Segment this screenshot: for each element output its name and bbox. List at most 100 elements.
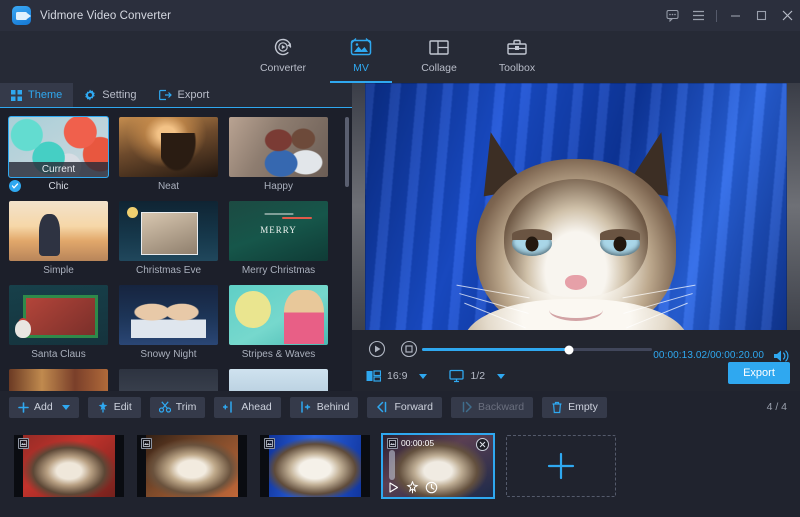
button-label: Add (34, 401, 53, 413)
clip-duration-icon[interactable] (425, 481, 438, 494)
timeline-clip[interactable] (137, 435, 247, 497)
subtab-theme[interactable]: Theme (0, 83, 73, 107)
quality-selector[interactable]: 1/2 (449, 369, 505, 383)
theme-thumbnail[interactable] (229, 201, 328, 261)
tab-converter[interactable]: Converter (244, 31, 322, 83)
export-button[interactable]: Export (728, 362, 790, 384)
theme-thumbnail[interactable] (9, 201, 108, 261)
trim-button[interactable]: Trim (150, 397, 206, 418)
button-label: Behind (317, 401, 350, 413)
tab-collage[interactable]: Collage (400, 31, 478, 83)
subtab-export[interactable]: Export (148, 83, 221, 107)
current-badge: Current (9, 162, 108, 177)
add-button[interactable]: Add (9, 397, 79, 418)
button-label: Edit (114, 401, 132, 413)
chevron-down-icon[interactable] (497, 374, 505, 379)
menu-icon[interactable] (685, 0, 711, 31)
stop-button[interactable] (398, 338, 420, 360)
maximize-icon[interactable] (748, 0, 774, 31)
theme-label: Christmas Eve (136, 265, 201, 276)
aspect-ratio-value: 16:9 (387, 370, 407, 382)
button-label: Ahead (241, 401, 271, 413)
chevron-down-icon[interactable] (419, 374, 427, 379)
theme-thumbnail[interactable] (119, 369, 218, 391)
forward-icon (376, 401, 389, 413)
remove-clip-button[interactable] (476, 438, 489, 451)
theme-item-neat[interactable]: Neat (119, 117, 218, 195)
monitor-icon (449, 369, 464, 383)
toolbox-icon (506, 35, 528, 59)
play-button[interactable] (366, 338, 388, 360)
player-controls: 00:00:13.02/00:00:20.00 16:9 1/2 Export (352, 330, 800, 391)
title-bar: Vidmore Video Converter (0, 0, 800, 31)
theme-item-partial[interactable] (119, 369, 218, 391)
theme-item-chic[interactable]: Current Chic (9, 117, 108, 195)
theme-item-partial[interactable] (229, 369, 328, 391)
theme-thumbnail[interactable] (229, 285, 328, 345)
timeline-clip[interactable] (260, 435, 370, 497)
image-badge-icon (141, 438, 152, 449)
behind-icon (299, 401, 312, 413)
theme-item-partial[interactable] (9, 369, 108, 391)
app-title: Vidmore Video Converter (40, 10, 171, 22)
converter-icon (272, 35, 294, 59)
time-display: 00:00:13.02/00:00:20.00 (653, 350, 764, 361)
ahead-button[interactable]: Ahead (214, 397, 280, 418)
theme-thumbnail[interactable] (119, 285, 218, 345)
gear-icon (84, 89, 96, 101)
trash-icon (551, 401, 563, 414)
edit-button[interactable]: Edit (88, 397, 141, 418)
close-icon[interactable] (774, 0, 800, 31)
theme-thumbnail[interactable] (119, 201, 218, 261)
selected-check-icon (9, 180, 21, 192)
aspect-ratio-selector[interactable]: 16:9 (366, 369, 427, 383)
clip-volume-slider[interactable] (389, 450, 395, 480)
theme-thumbnail[interactable]: Current (9, 117, 108, 177)
tab-toolbox[interactable]: Toolbox (478, 31, 556, 83)
theme-thumbnail[interactable] (9, 285, 108, 345)
theme-thumbnail[interactable] (9, 369, 108, 391)
empty-button[interactable]: Empty (542, 397, 607, 418)
timeline-clip[interactable] (14, 435, 124, 497)
theme-row: Current Chic Neat Happy (9, 117, 352, 195)
mv-icon (349, 35, 373, 59)
feedback-icon[interactable] (659, 0, 685, 31)
theme-thumbnail[interactable] (119, 117, 218, 177)
chevron-down-icon[interactable] (62, 405, 70, 410)
magic-icon (97, 401, 109, 413)
minimize-icon[interactable] (722, 0, 748, 31)
clip-counter: 4 / 4 (767, 401, 787, 413)
tab-mv[interactable]: MV (322, 31, 400, 83)
timeline-clip-selected[interactable]: 00:00:05 (383, 435, 493, 497)
seek-progress (422, 348, 569, 351)
theme-panel: Theme Setting Export (0, 83, 352, 391)
subtab-label: Theme (28, 89, 62, 101)
theme-item-happy[interactable]: Happy (229, 117, 328, 195)
tab-label: MV (353, 62, 369, 74)
image-badge-icon (18, 438, 29, 449)
add-clip-button[interactable] (506, 435, 616, 497)
theme-scrollbar[interactable] (345, 117, 349, 187)
ahead-icon (223, 401, 236, 413)
seek-bar[interactable] (422, 348, 652, 351)
theme-item-snowy-night[interactable]: Snowy Night (119, 285, 218, 363)
clip-duration: 00:00:05 (401, 438, 434, 448)
theme-item-stripes-waves[interactable]: Stripes & Waves (229, 285, 328, 363)
theme-item-merry-christmas[interactable]: Merry Christmas (229, 201, 328, 279)
subtab-label: Setting (102, 89, 136, 101)
theme-item-christmas-eve[interactable]: Christmas Eve (119, 201, 218, 279)
theme-item-simple[interactable]: Simple (9, 201, 108, 279)
theme-item-santa-claus[interactable]: Santa Claus (9, 285, 108, 363)
theme-thumbnail[interactable] (229, 369, 328, 391)
clip-effects-icon[interactable] (406, 481, 419, 494)
button-label: Forward (394, 401, 433, 413)
forward-button[interactable]: Forward (367, 397, 442, 418)
clip-tools (387, 481, 438, 494)
behind-button[interactable]: Behind (290, 397, 359, 418)
subtab-setting[interactable]: Setting (73, 83, 147, 107)
seek-handle[interactable] (565, 345, 574, 354)
theme-thumbnail[interactable] (229, 117, 328, 177)
clip-play-icon[interactable] (387, 481, 400, 494)
button-label: Trim (176, 401, 197, 413)
tab-label: Toolbox (499, 62, 535, 74)
